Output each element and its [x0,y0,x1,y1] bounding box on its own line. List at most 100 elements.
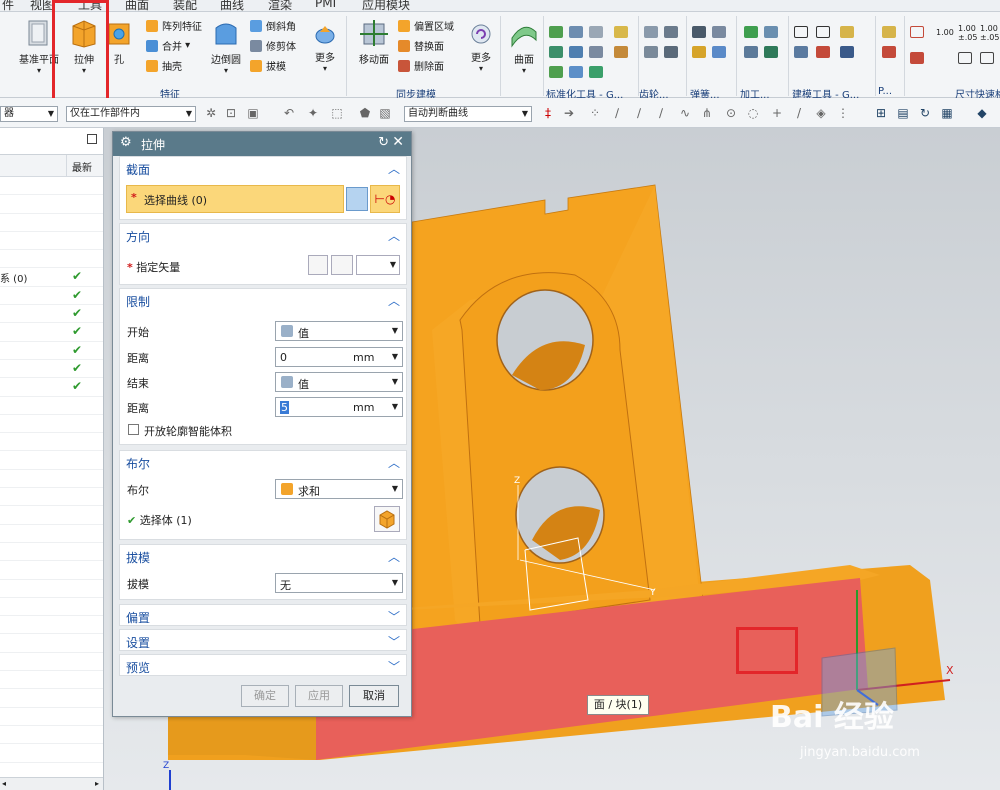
scroll-right-icon[interactable]: ▸ [95,779,99,788]
arc-icon[interactable]: ⋔ [700,107,714,119]
close-icon[interactable]: ✕ [392,134,404,150]
filter-icon[interactable]: ▣ [246,107,260,119]
selection-scope-combo[interactable]: 仅在工作部件内 ▼ [66,106,196,122]
rotate-icon[interactable]: ↻ [918,107,932,119]
boolean-header[interactable]: 布尔 ︿ [120,451,406,473]
curve-icon[interactable]: ∿ [678,107,692,119]
navigator-row[interactable] [0,397,103,415]
dimension-value-label[interactable]: 1.00 [936,28,954,37]
snap-icon[interactable]: ✦ [306,107,320,119]
line-icon[interactable]: / [792,107,806,119]
intersection-icon[interactable]: ‡ [541,107,555,119]
gear-icon[interactable]: ⚙ [120,135,132,150]
modeling-tool-icon[interactable] [794,46,808,58]
navigator-row[interactable] [0,232,103,251]
machining-tool-icon[interactable] [744,26,758,38]
navigator-row[interactable]: ✔ [0,323,103,342]
spring-tool-icon[interactable] [692,46,706,58]
start-dropdown[interactable]: 值 ▼ [275,321,403,341]
menu-assembly[interactable]: 装配 [173,0,197,11]
navigator-row[interactable] [0,543,103,562]
delete-face-button[interactable]: 删除面 [398,58,444,73]
distance1-field[interactable]: 0 mm ▼ [275,347,403,367]
replace-face-button[interactable]: 替换面 [398,38,444,53]
menu-view[interactable]: 视图 [30,0,54,11]
sketch-section-icon[interactable] [346,187,368,211]
chevron-up-icon[interactable]: ︿ [388,548,400,565]
orient-view-icon[interactable]: ▦ [940,107,954,119]
navigator-row[interactable] [0,195,103,214]
std-tool-icon[interactable] [569,26,583,38]
settings-panel[interactable]: 设置 ﹀ [119,629,407,651]
section-header[interactable]: 截面 ︿ [120,157,406,179]
plus-icon[interactable]: + [770,107,784,119]
std-tool-icon[interactable] [589,66,603,78]
settings-header[interactable]: 设置 ﹀ [120,630,406,652]
machining-tool-icon[interactable] [764,46,778,58]
draft-button[interactable]: 拔模 [250,58,286,73]
dimension-icon[interactable] [910,52,924,64]
scroll-left-icon[interactable]: ◂ [2,779,6,788]
line-icon[interactable]: ∕ [610,107,624,119]
pattern-feature-button[interactable]: 阵列特征 [146,18,202,33]
std-tool-icon[interactable] [549,26,563,38]
curve-rule-combo[interactable]: 自动判断曲线 ▼ [404,106,532,122]
menu-app-modules[interactable]: 应用模块 [362,0,410,11]
render-style-icon[interactable]: ◆ [975,107,989,119]
snap-point-icon[interactable]: ⁘ [588,107,602,119]
navigator-row[interactable] [0,250,103,269]
reset-icon[interactable]: ↻ [378,135,389,150]
chevron-up-icon[interactable]: ︿ [388,454,400,471]
direction-header[interactable]: 方向 ︿ [120,224,406,246]
square-tool-icon[interactable] [816,26,830,38]
navigator-row[interactable] [0,653,103,672]
navigator-row[interactable] [0,433,103,452]
navigator-row[interactable]: ✔ [0,305,103,324]
arrow-right-icon[interactable]: ➔ [562,107,576,119]
more-sync-button[interactable]: 更多 ▾ [466,22,496,73]
navigator-row[interactable] [0,470,103,489]
menu-file[interactable]: 件 [2,0,14,11]
navigator-row[interactable] [0,744,103,763]
parallel-icon[interactable] [980,52,994,64]
triangle-tool-icon[interactable] [794,26,808,38]
p-tool-icon[interactable] [882,26,896,38]
chamfer-button[interactable]: 倒斜角 [250,18,296,33]
navigator-row[interactable] [0,488,103,507]
navigator-row[interactable] [0,689,103,708]
gear-tool-icon[interactable] [664,26,678,38]
spring-tool-icon[interactable] [712,26,726,38]
draft-dropdown[interactable]: 无 ▼ [275,573,403,593]
navigator-row[interactable]: ✔ [0,360,103,379]
spring-tool-icon[interactable] [712,46,726,58]
reverse-direction-icon[interactable] [308,255,328,275]
navigator-row[interactable] [0,214,103,232]
chevron-down-icon[interactable]: ﹀ [388,633,400,650]
std-tool-icon[interactable] [549,46,563,58]
grid-icon[interactable]: ⋮ [836,107,850,119]
machining-tool-icon[interactable] [764,26,778,38]
navigator-row[interactable] [0,708,103,726]
open-profile-checkbox[interactable] [128,424,139,435]
line-icon[interactable]: ∕ [654,107,668,119]
shell-button[interactable]: 抽壳 [146,58,182,73]
navigator-row[interactable] [0,415,103,434]
horizontal-scrollbar[interactable]: ◂ ▸ [0,777,103,790]
distance2-field[interactable]: 5 mm ▼ [275,397,403,417]
navigator-row[interactable] [0,671,103,690]
offset-region-button[interactable]: 偏置区域 [398,18,454,33]
fit-view-icon[interactable]: ⊞ [874,107,888,119]
face-select-icon[interactable]: ▧ [378,107,392,119]
face-icon[interactable]: ◈ [814,107,828,119]
boolean-dropdown[interactable]: 求和 ▼ [275,479,403,499]
cancel-button[interactable]: 取消 [349,685,399,707]
line-icon[interactable]: ∕ [632,107,646,119]
zoom-icon[interactable]: ▤ [896,107,910,119]
more-features-button[interactable]: 更多 ▾ [310,22,340,73]
gear-tool-icon[interactable] [664,46,678,58]
navigator-row[interactable] [0,561,103,580]
type-filter-combo[interactable]: 器 ▼ [0,106,58,122]
diameter-icon[interactable] [958,52,972,64]
chevron-up-icon[interactable]: ︿ [388,227,400,244]
unite-button[interactable]: 合并 ▾ [146,38,190,53]
